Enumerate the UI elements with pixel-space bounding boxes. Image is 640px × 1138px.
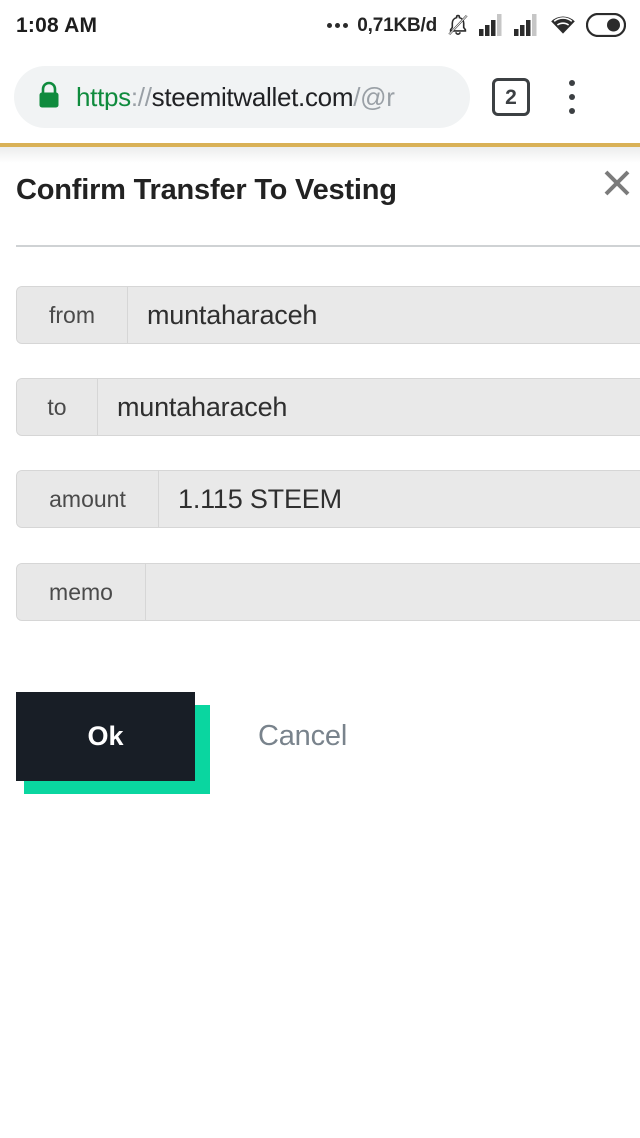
url-separator: ://: [130, 84, 152, 110]
field-label-from: from: [17, 287, 128, 343]
status-icons: 0,71KB/d: [327, 13, 626, 37]
wifi-icon: [549, 14, 577, 36]
more-vertical-icon[interactable]: [558, 77, 586, 117]
field-row-amount: amount 1.115 STEEM: [16, 470, 640, 528]
url-scheme: https: [76, 84, 131, 110]
url-host: steemitwallet.com: [151, 84, 354, 110]
dialog-actions: Ok Cancel: [0, 672, 640, 794]
status-bar: 1:08 AM 0,71KB/d: [0, 0, 640, 50]
phone-screen: 1:08 AM 0,71KB/d https://steemitwallet.c…: [0, 0, 640, 1138]
confirm-button-wrapper: Ok: [16, 692, 210, 794]
field-value-memo[interactable]: [146, 564, 640, 620]
dialog-header: Confirm Transfer To Vesting: [0, 147, 640, 245]
more-dots-icon: [327, 22, 349, 28]
close-icon[interactable]: [598, 164, 636, 202]
bell-muted-icon: [446, 13, 470, 37]
field-value-from[interactable]: muntaharaceh: [128, 287, 640, 343]
tab-count-label: 2: [505, 85, 517, 109]
confirm-transfer-dialog: Confirm Transfer To Vesting from muntaha…: [0, 147, 640, 1138]
url-bar[interactable]: https://steemitwallet.com/@r: [14, 66, 470, 128]
data-rate-label: 0,71KB/d: [357, 14, 437, 36]
lock-icon: [36, 80, 62, 115]
field-value-amount[interactable]: 1.115 STEEM: [159, 471, 640, 527]
ok-button[interactable]: Ok: [16, 692, 195, 781]
url-path: /@r: [353, 84, 395, 110]
signal-bars-1-icon: [479, 14, 505, 36]
field-label-memo: memo: [17, 564, 146, 620]
field-value-to[interactable]: muntaharaceh: [98, 379, 640, 435]
field-label-amount: amount: [17, 471, 159, 527]
status-clock: 1:08 AM: [16, 13, 98, 37]
page-title: Confirm Transfer To Vesting: [16, 174, 397, 206]
field-row-memo: memo: [16, 563, 640, 621]
battery-icon: [586, 13, 626, 37]
signal-bars-2-icon: [514, 14, 540, 36]
url-text: https://steemitwallet.com/@r: [76, 84, 395, 110]
field-row-from: from muntaharaceh: [16, 286, 640, 344]
field-row-to: to muntaharaceh: [16, 378, 640, 436]
cancel-button[interactable]: Cancel: [258, 692, 398, 781]
field-label-to: to: [17, 379, 98, 435]
header-divider: [16, 245, 640, 247]
tab-switcher-button[interactable]: 2: [492, 78, 530, 116]
browser-toolbar: https://steemitwallet.com/@r 2: [0, 50, 640, 144]
